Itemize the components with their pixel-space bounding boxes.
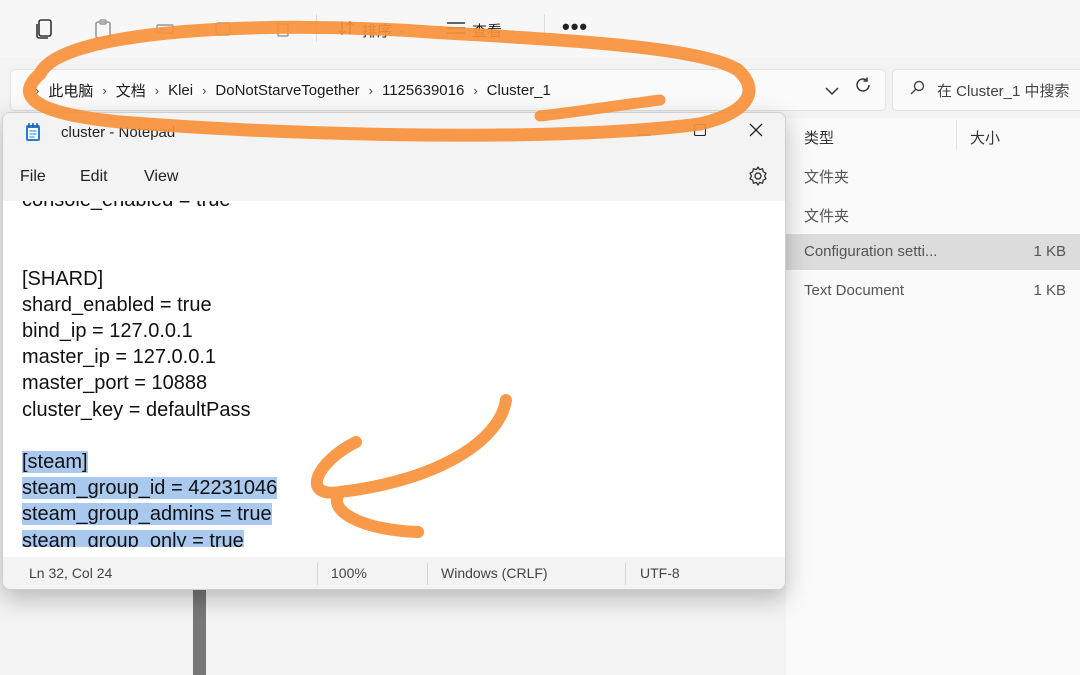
code-line: bind_ip = 127.0.0.1 <box>22 318 193 344</box>
code-line: [SHARD] <box>22 266 103 292</box>
minimize-icon <box>637 123 651 141</box>
menu-file[interactable]: File <box>20 168 46 186</box>
file-type: 文件夹 <box>804 169 850 186</box>
notepad-window: cluster - Notepad File Edit View console… <box>2 112 786 590</box>
cursor-position: Ln 32, Col 24 <box>29 565 113 581</box>
breadcrumb-item[interactable]: DoNotStarveTogether <box>215 82 359 99</box>
maximize-icon <box>693 123 707 141</box>
toolbar-divider <box>544 14 545 42</box>
notepad-app-icon <box>25 122 41 142</box>
sort-button[interactable]: 排序 ⌄ <box>338 18 406 42</box>
rename-icon[interactable] <box>154 18 176 40</box>
file-type: Configuration setti... <box>804 243 938 260</box>
breadcrumb-item[interactable]: 1125639016 <box>382 82 464 99</box>
code-line: cluster_key = defaultPass <box>22 397 250 423</box>
zoom-level[interactable]: 100% <box>331 565 367 581</box>
file-row[interactable]: 文件夹 <box>786 196 1080 232</box>
chevron-down-icon: ⌄ <box>508 24 517 36</box>
chevron-right-icon: › <box>473 82 478 98</box>
sort-label: 排序 <box>362 22 393 40</box>
delete-icon[interactable] <box>272 18 294 40</box>
file-list: 类型 大小 文件夹 文件夹 Configuration setti... 1 K… <box>786 118 1080 675</box>
column-divider[interactable] <box>956 120 957 150</box>
chevron-right-icon: › <box>154 82 160 98</box>
code-line-text: cluster_key = defaultPass <box>22 398 251 421</box>
line-ending[interactable]: Windows (CRLF) <box>441 565 548 581</box>
code-line-selected: [steam] <box>22 449 88 475</box>
encoding[interactable]: UTF-8 <box>640 565 680 581</box>
sort-icon <box>338 20 356 40</box>
code-line-text: console_enabled = true <box>22 201 231 211</box>
code-line-text: bind_ip = 127.0.0.1 <box>22 320 193 342</box>
breadcrumb-item[interactable]: 文档 <box>116 80 146 101</box>
copy-icon[interactable] <box>34 18 56 40</box>
refresh-icon[interactable] <box>852 74 874 96</box>
code-line-text: shard_enabled = true <box>22 293 212 316</box>
file-type: Text Document <box>804 282 905 299</box>
file-type: 文件夹 <box>804 208 850 225</box>
breadcrumb-item[interactable]: Cluster_1 <box>487 82 551 99</box>
search-input[interactable]: 在 Cluster_1 中搜索 <box>892 69 1080 111</box>
share-icon[interactable] <box>212 18 234 40</box>
file-row[interactable]: Text Document 1 KB <box>786 273 1080 309</box>
chevron-right-icon: › <box>202 82 207 98</box>
code-line-selected: steam_group_only = true <box>22 528 244 547</box>
view-button[interactable]: 查看 ⌄ <box>446 18 516 42</box>
paste-icon[interactable] <box>92 18 114 40</box>
code-line-text: [SHARD] <box>22 267 104 290</box>
minimize-button[interactable] <box>621 117 667 147</box>
address-bar-row: › 此电脑 › 文档 › Klei › DoNotStarveTogether … <box>0 64 1080 116</box>
search-placeholder: 在 Cluster_1 中搜索 <box>937 82 1070 100</box>
code-line-text: steam_group_id = 42231046 <box>22 477 278 500</box>
code-line-selected: steam_group_id = 42231046 <box>22 475 278 501</box>
breadcrumb: › 此电脑 › 文档 › Klei › DoNotStarveTogether … <box>11 80 551 101</box>
status-bar: Ln 32, Col 24 100% Windows (CRLF) UTF-8 <box>3 557 785 589</box>
code-line: master_ip = 127.0.0.1 <box>22 344 216 370</box>
maximize-button[interactable] <box>677 117 723 147</box>
notepad-menubar: File Edit View <box>3 153 785 201</box>
menu-view[interactable]: View <box>144 168 178 186</box>
column-header-size[interactable]: 大小 <box>970 127 1000 148</box>
text-editor[interactable]: console_enabled = true [SHARD] shard_enabl… <box>3 201 785 547</box>
file-row[interactable]: 文件夹 <box>786 157 1080 193</box>
status-divider <box>317 563 318 585</box>
close-icon <box>749 123 763 142</box>
code-line-text: [steam] <box>22 451 88 473</box>
chevron-right-icon: › <box>35 82 40 98</box>
file-size: 1 KB <box>1033 243 1066 260</box>
background-object <box>193 588 206 675</box>
chevron-right-icon: › <box>368 82 374 98</box>
code-line: console_enabled = true <box>22 201 231 213</box>
file-row-selected[interactable]: Configuration setti... 1 KB <box>786 234 1080 270</box>
gear-icon[interactable] <box>747 165 769 187</box>
code-line-text: master_port = 10888 <box>22 372 208 395</box>
file-size: 1 KB <box>1033 282 1066 299</box>
code-line: master_port = 10888 <box>22 370 207 396</box>
code-line: shard_enabled = true <box>22 292 212 318</box>
code-line-text: master_ip = 127.0.0.1 <box>22 346 217 369</box>
status-divider <box>427 563 428 585</box>
chevron-down-icon: ⌄ <box>398 24 407 36</box>
column-header-type[interactable]: 类型 <box>804 127 834 148</box>
code-line-text: steam_group_admins = true <box>22 503 272 526</box>
explorer-toolbar: 排序 ⌄ 查看 ⌄ ••• <box>0 0 1080 58</box>
chevron-right-icon: › <box>102 82 107 98</box>
code-line-text: steam_group_only = true <box>22 529 244 547</box>
menu-edit[interactable]: Edit <box>80 168 108 186</box>
view-label: 查看 <box>472 22 503 40</box>
address-bar[interactable]: › 此电脑 › 文档 › Klei › DoNotStarveTogether … <box>10 69 886 111</box>
breadcrumb-item[interactable]: Klei <box>168 82 193 99</box>
code-line-selected: steam_group_admins = true <box>22 501 272 527</box>
status-divider <box>625 563 626 585</box>
view-icon <box>446 20 466 40</box>
toolbar-divider <box>316 14 317 42</box>
more-options-button[interactable]: ••• <box>562 14 588 40</box>
breadcrumb-item[interactable]: 此电脑 <box>48 80 93 101</box>
window-title: cluster - Notepad <box>61 124 176 141</box>
search-icon <box>909 80 925 100</box>
file-list-header: 类型 大小 <box>786 118 1080 152</box>
close-button[interactable] <box>733 117 779 147</box>
notepad-titlebar[interactable]: cluster - Notepad <box>3 113 785 153</box>
address-history-chevron-icon[interactable] <box>823 82 841 100</box>
